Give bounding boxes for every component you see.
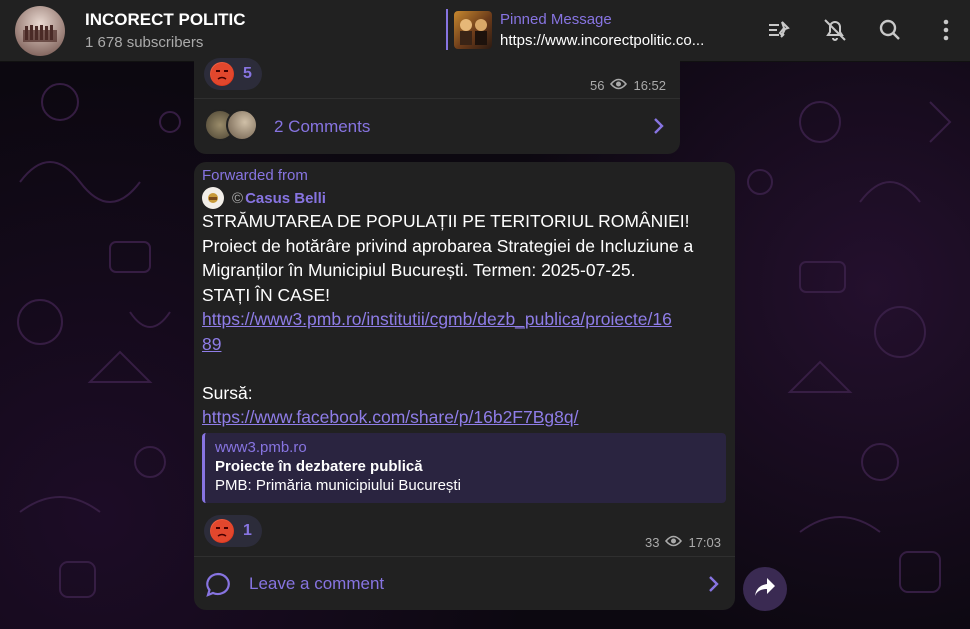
pmb-link[interactable]: https://www3.pmb.ro/institutii/cgmb/dezb…	[202, 307, 730, 332]
message-text: STRĂMUTAREA DE POPULAȚII PE TERITORIUL R…	[202, 209, 730, 430]
leave-comment-label: Leave a comment	[249, 574, 385, 593]
source-avatar	[202, 187, 224, 209]
preview-title: Proiecte în dezbatere publică	[215, 458, 423, 475]
comments-label: 2 Comments	[274, 117, 371, 136]
facebook-link[interactable]: https://www.facebook.com/share/p/16b2F7B…	[202, 405, 730, 430]
mute-bell-icon[interactable]	[821, 16, 849, 44]
angry-emoji-icon	[210, 62, 234, 86]
forwarded-source[interactable]: © Casus Belli	[202, 187, 326, 209]
subscriber-count: 1 678 subscribers	[85, 34, 204, 51]
share-arrow-icon	[753, 576, 777, 603]
leave-comment-button[interactable]: Leave a comment	[194, 556, 735, 610]
chevron-right-icon	[652, 116, 666, 141]
share-button[interactable]	[743, 567, 787, 611]
preview-description: PMB: Primăria municipiului București	[215, 477, 461, 494]
eye-icon	[665, 535, 683, 550]
source-label: Sursă:	[202, 382, 253, 403]
reaction-chip[interactable]: 1	[204, 515, 262, 547]
channel-avatar[interactable]	[15, 6, 65, 56]
forwarded-label: Forwarded from	[202, 167, 308, 184]
link-preview[interactable]: www3.pmb.ro Proiecte în dezbatere public…	[202, 433, 726, 503]
message-meta: 56 16:52	[590, 78, 666, 93]
chevron-right-icon	[707, 574, 721, 599]
pinned-label: Pinned Message	[500, 11, 612, 28]
message-line: Migranților în Municipiul București. Ter…	[202, 260, 636, 280]
unpin-icon[interactable]	[766, 16, 794, 44]
message-meta: 33 17:03	[645, 535, 721, 550]
message-time: 16:52	[633, 78, 667, 93]
comments-button[interactable]: 2 Comments	[194, 98, 680, 154]
commenter-avatar	[226, 109, 258, 141]
comment-bubble-icon	[204, 571, 232, 602]
preview-site: www3.pmb.ro	[215, 439, 307, 456]
message-line: STRĂMUTAREA DE POPULAȚII PE TERITORIUL R…	[202, 211, 690, 231]
channel-title[interactable]: INCORECT POLITIC	[85, 10, 246, 30]
reaction-count: 5	[243, 65, 252, 82]
source-name: Casus Belli	[245, 189, 326, 207]
pinned-text: https://www.incorectpolitic.co...	[500, 32, 705, 49]
search-icon[interactable]	[876, 16, 904, 44]
message-line: STAȚI ÎN CASE!	[202, 284, 331, 305]
eye-icon	[610, 78, 628, 93]
reaction-chip[interactable]: 5	[204, 58, 262, 90]
pinned-message-bar[interactable]: Pinned Message https://www.incorectpolit…	[446, 9, 746, 53]
view-count: 33	[645, 535, 660, 550]
message-line: Proiect de hotărâre privind aprobarea St…	[202, 235, 694, 256]
angry-emoji-icon	[210, 519, 234, 543]
more-vertical-icon[interactable]	[932, 16, 960, 44]
view-count: 56	[590, 78, 605, 93]
reaction-count: 1	[243, 522, 252, 539]
pinned-thumbnail	[454, 11, 492, 49]
pmb-link-continued[interactable]: 89	[202, 332, 730, 357]
message-time: 17:03	[688, 535, 722, 550]
copyright-icon: ©	[232, 189, 244, 207]
